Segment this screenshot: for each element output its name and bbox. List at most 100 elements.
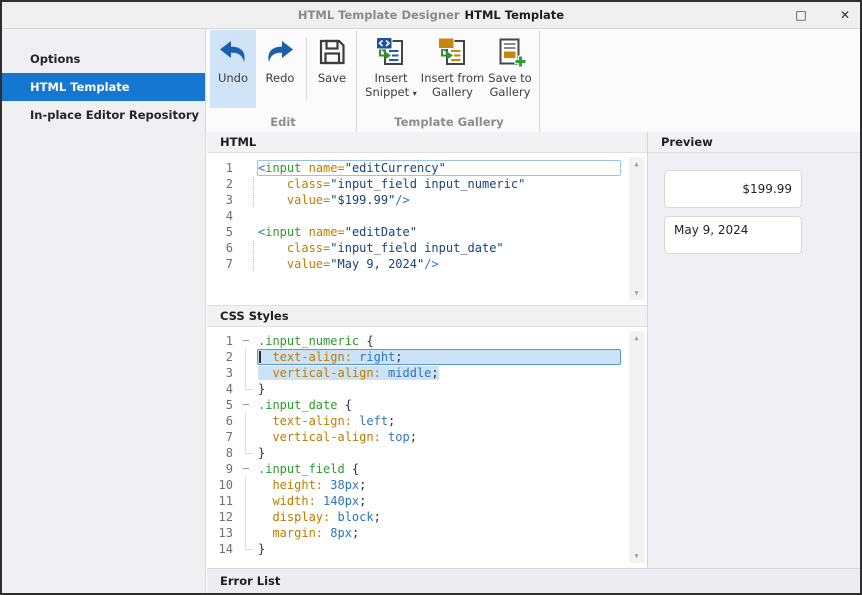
ribbon-group-template-gallery: Template Gallery xyxy=(359,113,539,131)
code-line[interactable]: 14} xyxy=(207,541,647,557)
fold-guide xyxy=(235,445,257,461)
code-line[interactable]: 12 display: block; xyxy=(207,509,647,525)
line-number: 3 xyxy=(207,192,235,208)
html-panel-title: HTML xyxy=(220,135,256,149)
code-line[interactable]: 6 class="input_field input_date" xyxy=(207,240,647,256)
insert-snippet-icon xyxy=(375,36,407,68)
css-editor-scrollbar[interactable]: ▲ ▼ xyxy=(629,331,644,563)
fold-guide xyxy=(235,224,257,240)
fold-guide xyxy=(235,509,257,525)
line-number: 11 xyxy=(207,493,235,509)
fold-guide xyxy=(235,381,257,397)
preview-panel-header: Preview xyxy=(648,132,860,153)
code-text: display: block; xyxy=(257,509,621,525)
undo-icon xyxy=(217,36,249,68)
save-to-gallery-button[interactable]: Save to Gallery xyxy=(482,30,538,108)
fold-guide xyxy=(235,525,257,541)
scroll-down-icon[interactable]: ▼ xyxy=(629,550,644,562)
code-line[interactable]: 9−.input_field { xyxy=(207,461,647,477)
code-text xyxy=(257,208,621,224)
sidebar-item-html-template[interactable]: HTML Template xyxy=(2,73,205,101)
save-button[interactable]: Save xyxy=(308,30,356,108)
code-text: height: 38px; xyxy=(257,477,621,493)
fold-collapse-icon[interactable]: − xyxy=(235,333,257,349)
code-line[interactable]: 3 value="$199.99"/> xyxy=(207,192,647,208)
css-panel-title: CSS Styles xyxy=(220,309,289,323)
fold-guide xyxy=(235,240,257,256)
code-line[interactable]: 2 text-align: right; xyxy=(207,349,647,365)
html-code-editor[interactable]: 1<input name="editCurrency"2 class="inpu… xyxy=(207,153,647,305)
code-text: width: 140px; xyxy=(257,493,621,509)
code-line[interactable]: 13 margin: 8px; xyxy=(207,525,647,541)
line-number: 5 xyxy=(207,397,235,413)
code-line[interactable]: 7 value="May 9, 2024"/> xyxy=(207,256,647,272)
close-icon[interactable]: ✕ xyxy=(836,8,854,22)
maximize-icon[interactable]: □ xyxy=(792,8,810,22)
line-number: 3 xyxy=(207,365,235,381)
insert-from-gallery-button[interactable]: Insert from Gallery xyxy=(424,30,481,108)
error-list-header: Error List xyxy=(207,568,860,593)
code-line[interactable]: 6 text-align: left; xyxy=(207,413,647,429)
code-text: value="May 9, 2024"/> xyxy=(257,256,621,272)
line-number: 14 xyxy=(207,541,235,557)
titlebar: HTML Template Designer HTML Template □ ✕ xyxy=(2,2,860,29)
save-to-gallery-icon xyxy=(494,36,526,68)
line-number: 4 xyxy=(207,208,235,224)
redo-icon xyxy=(264,36,296,68)
text-cursor xyxy=(259,351,261,363)
code-text: .input_field { xyxy=(257,461,621,477)
line-number: 1 xyxy=(207,160,235,176)
code-line[interactable]: 1−.input_numeric { xyxy=(207,333,647,349)
code-line[interactable]: 5 <input name="editDate" xyxy=(207,224,647,240)
sidebar-item-inplace-editor-repository[interactable]: In-place Editor Repository xyxy=(2,101,205,129)
line-number: 2 xyxy=(207,349,235,365)
code-line[interactable]: 5−.input_date { xyxy=(207,397,647,413)
line-number: 7 xyxy=(207,429,235,445)
code-line[interactable]: 3 vertical-align: middle; xyxy=(207,365,647,381)
undo-button[interactable]: Undo xyxy=(210,30,256,108)
scroll-up-icon[interactable]: ▲ xyxy=(629,158,644,170)
preview-panel-title: Preview xyxy=(661,135,713,149)
line-number: 12 xyxy=(207,509,235,525)
preview-date-input[interactable]: May 9, 2024 xyxy=(664,216,802,254)
code-line[interactable]: 8} xyxy=(207,445,647,461)
code-line[interactable]: 4} xyxy=(207,381,647,397)
line-number: 5 xyxy=(207,224,235,240)
code-text: text-align: left; xyxy=(257,413,621,429)
line-number: 4 xyxy=(207,381,235,397)
html-panel-header: HTML xyxy=(207,132,647,153)
document-title: HTML Template xyxy=(465,8,565,22)
line-number: 6 xyxy=(207,240,235,256)
sidebar-item-options[interactable]: Options xyxy=(2,45,205,73)
css-panel-header: CSS Styles xyxy=(207,305,647,327)
code-line[interactable]: 4 xyxy=(207,208,647,224)
code-text: .input_date { xyxy=(257,397,621,413)
code-line[interactable]: 1<input name="editCurrency" xyxy=(207,160,647,176)
css-code-editor[interactable]: 1−.input_numeric {2 text-align: right;3 … xyxy=(207,327,647,568)
scroll-up-icon[interactable]: ▲ xyxy=(629,332,644,344)
code-line[interactable]: 7 vertical-align: top; xyxy=(207,429,647,445)
scroll-down-icon[interactable]: ▼ xyxy=(629,287,644,299)
line-number: 13 xyxy=(207,525,235,541)
redo-button[interactable]: Redo xyxy=(256,30,304,108)
code-line[interactable]: 2 class="input_field input_numeric" xyxy=(207,176,647,192)
code-line[interactable]: 10 height: 38px; xyxy=(207,477,647,493)
fold-collapse-icon[interactable]: − xyxy=(235,397,257,413)
insert-snippet-button[interactable]: Insert Snippet ▾ xyxy=(359,30,423,108)
fold-guide xyxy=(235,541,257,557)
ribbon-toolbar: Undo Redo Save xyxy=(207,29,860,133)
code-text: margin: 8px; xyxy=(257,525,621,541)
fold-guide xyxy=(235,477,257,493)
preview-currency-input[interactable]: $199.99 xyxy=(664,170,802,208)
line-number: 7 xyxy=(207,256,235,272)
fold-collapse-icon[interactable]: − xyxy=(235,461,257,477)
html-editor-scrollbar[interactable]: ▲ ▼ xyxy=(629,157,644,300)
fold-guide xyxy=(235,429,257,445)
fold-guide xyxy=(235,349,257,365)
code-line[interactable]: 11 width: 140px; xyxy=(207,493,647,509)
save-icon xyxy=(316,36,348,68)
code-text: <input name="editDate" xyxy=(257,224,621,240)
code-text: text-align: right; xyxy=(257,349,621,365)
sidebar: Options HTML Template In-place Editor Re… xyxy=(2,29,206,593)
preview-area: $199.99 May 9, 2024 xyxy=(648,153,860,568)
